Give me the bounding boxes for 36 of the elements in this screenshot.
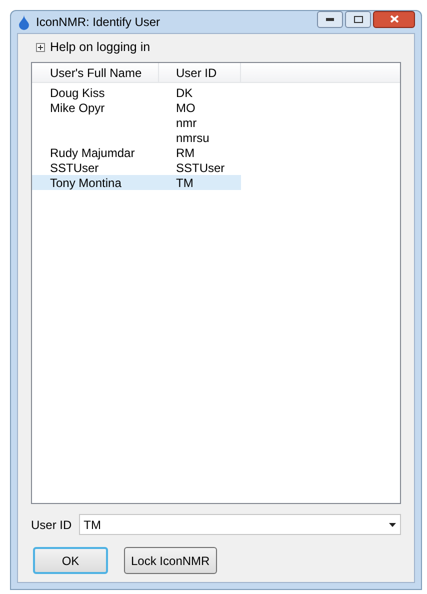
list-row[interactable]: Doug Kiss DK: [32, 85, 241, 100]
user-id: SSTUser: [176, 160, 225, 174]
user-name: Rudy Majumdar: [50, 146, 135, 160]
minimize-button[interactable]: [317, 10, 343, 28]
expand-icon[interactable]: [36, 42, 45, 52]
column-header[interactable]: User ID: [159, 63, 241, 82]
close-button[interactable]: [373, 10, 415, 28]
user-name: Mike Opyr: [50, 100, 105, 114]
user-id-combobox[interactable]: TM: [78, 514, 401, 535]
help-link[interactable]: Help on logging in: [50, 38, 150, 56]
user-id: TM: [176, 176, 194, 190]
list-row[interactable]: Mike Opyr MO: [32, 100, 241, 115]
user-name: Tony Montina: [50, 176, 122, 190]
dialog-button[interactable]: OK: [33, 547, 108, 574]
user-name: Doug Kiss: [50, 86, 105, 100]
user-id: RM: [176, 146, 195, 160]
column-header[interactable]: User's Full Name: [32, 63, 159, 82]
dialog-button[interactable]: Lock IconNMR: [124, 547, 217, 574]
restore-icon: [354, 16, 362, 22]
list-row[interactable]: nmrsu: [32, 130, 241, 145]
list-row[interactable]: SSTUser SSTUser: [32, 160, 241, 175]
user-id-label: User ID: [31, 516, 72, 534]
list-row[interactable]: nmr: [32, 115, 241, 130]
window-title: IconNMR: Identify User: [36, 14, 162, 31]
droplet-icon: [18, 14, 30, 30]
dropdown-arrow-icon: [389, 522, 396, 526]
user-id: DK: [176, 86, 193, 100]
user-id: nmrsu: [176, 130, 210, 144]
list-row[interactable]: Tony Montina TM: [32, 175, 241, 190]
user-name: SSTUser: [50, 160, 99, 174]
close-icon: [390, 15, 398, 23]
list-row[interactable]: Rudy Majumdar RM: [32, 145, 241, 160]
user-id: nmr: [176, 116, 197, 130]
user-id: MO: [176, 100, 196, 114]
minimize-icon: [326, 18, 334, 20]
maximize-button[interactable]: [345, 10, 371, 28]
